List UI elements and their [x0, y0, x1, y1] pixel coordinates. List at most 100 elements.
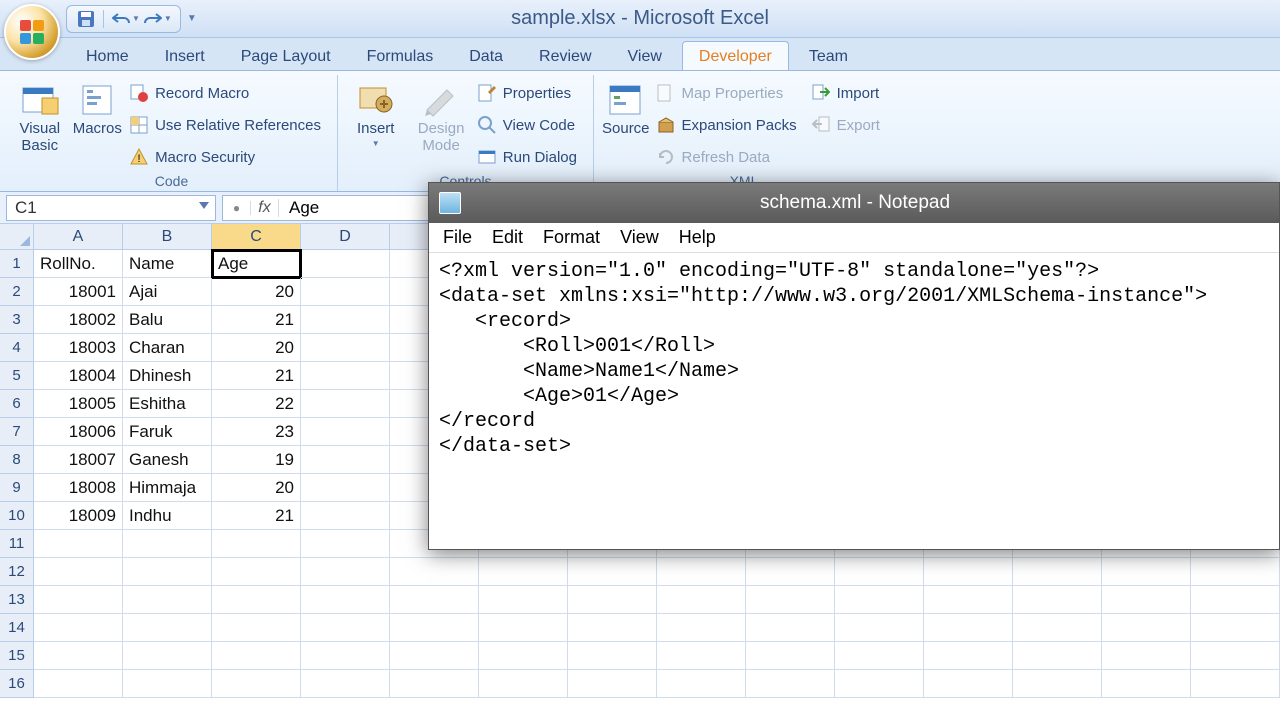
cell[interactable]: Ganesh [123, 446, 212, 474]
cell[interactable] [924, 614, 1013, 642]
cell[interactable] [123, 586, 212, 614]
import-button[interactable]: Import [811, 79, 888, 107]
cell[interactable] [301, 614, 390, 642]
cell[interactable]: Eshitha [123, 390, 212, 418]
cell[interactable] [568, 642, 657, 670]
cell[interactable] [34, 670, 123, 698]
cell[interactable]: Faruk [123, 418, 212, 446]
cell[interactable] [212, 586, 301, 614]
cell[interactable] [1013, 642, 1102, 670]
cell[interactable] [123, 642, 212, 670]
cell[interactable] [212, 642, 301, 670]
cell[interactable] [212, 530, 301, 558]
map-properties-button[interactable]: Map Properties [656, 79, 805, 107]
cell[interactable] [1102, 614, 1191, 642]
cell[interactable] [479, 558, 568, 586]
redo-icon[interactable] [142, 8, 164, 30]
notepad-menu-view[interactable]: View [620, 227, 659, 248]
cell[interactable]: 20 [212, 278, 301, 306]
cell[interactable] [1102, 558, 1191, 586]
cell[interactable] [34, 558, 123, 586]
cell[interactable] [657, 642, 746, 670]
cell[interactable]: 23 [212, 418, 301, 446]
cell[interactable]: 21 [212, 306, 301, 334]
row-header[interactable]: 15 [0, 642, 34, 670]
name-box[interactable]: C1 [6, 195, 216, 221]
cell[interactable] [212, 614, 301, 642]
notepad-titlebar[interactable]: schema.xml - Notepad [429, 183, 1279, 223]
export-button[interactable]: Export [811, 111, 888, 139]
formula-cancel-icon[interactable]: ● [223, 201, 251, 215]
tab-page-layout[interactable]: Page Layout [225, 42, 347, 70]
row-header[interactable]: 9 [0, 474, 34, 502]
cell[interactable] [123, 614, 212, 642]
row-header[interactable]: 11 [0, 530, 34, 558]
cell[interactable]: 18006 [34, 418, 123, 446]
tab-data[interactable]: Data [453, 42, 519, 70]
row-header[interactable]: 5 [0, 362, 34, 390]
row-header[interactable]: 16 [0, 670, 34, 698]
visual-basic-button[interactable]: Visual Basic [14, 77, 66, 154]
cell[interactable] [568, 614, 657, 642]
redo-dropdown-icon[interactable]: ▼ [164, 14, 172, 23]
cell[interactable] [34, 614, 123, 642]
cell[interactable] [301, 558, 390, 586]
view-code-button[interactable]: View Code [477, 111, 585, 139]
notepad-menu-edit[interactable]: Edit [492, 227, 523, 248]
cell[interactable]: Himmaja [123, 474, 212, 502]
cell[interactable] [1013, 558, 1102, 586]
cell[interactable]: 18008 [34, 474, 123, 502]
cell[interactable]: Age [212, 250, 301, 278]
cell[interactable]: Name [123, 250, 212, 278]
notepad-menu-file[interactable]: File [443, 227, 472, 248]
cell[interactable] [390, 586, 479, 614]
tab-review[interactable]: Review [523, 42, 607, 70]
cell[interactable] [1191, 614, 1280, 642]
row-header[interactable]: 6 [0, 390, 34, 418]
cell[interactable] [746, 670, 835, 698]
cell[interactable] [1013, 586, 1102, 614]
insert-button[interactable]: Insert ▼ [346, 77, 405, 148]
cell[interactable] [746, 614, 835, 642]
cell[interactable] [568, 558, 657, 586]
cell[interactable] [657, 586, 746, 614]
row-header[interactable]: 10 [0, 502, 34, 530]
refresh-data-button[interactable]: Refresh Data [656, 143, 805, 171]
cell[interactable] [212, 670, 301, 698]
cell[interactable]: 19 [212, 446, 301, 474]
cell[interactable]: 20 [212, 334, 301, 362]
tab-team[interactable]: Team [793, 42, 864, 70]
cell[interactable] [568, 586, 657, 614]
tab-insert[interactable]: Insert [149, 42, 221, 70]
cell[interactable] [746, 642, 835, 670]
cell[interactable] [835, 614, 924, 642]
cell[interactable]: Balu [123, 306, 212, 334]
cell[interactable] [479, 670, 568, 698]
source-button[interactable]: Source [602, 77, 650, 138]
cell[interactable] [1191, 670, 1280, 698]
cell[interactable] [301, 278, 390, 306]
row-header[interactable]: 8 [0, 446, 34, 474]
row-header[interactable]: 2 [0, 278, 34, 306]
cell[interactable] [924, 586, 1013, 614]
tab-home[interactable]: Home [70, 42, 145, 70]
cell[interactable] [479, 586, 568, 614]
undo-icon[interactable] [110, 8, 132, 30]
cell[interactable] [301, 362, 390, 390]
row-header[interactable]: 13 [0, 586, 34, 614]
row-header[interactable]: 14 [0, 614, 34, 642]
cell[interactable]: 21 [212, 362, 301, 390]
cell[interactable] [746, 558, 835, 586]
row-header[interactable]: 3 [0, 306, 34, 334]
undo-dropdown-icon[interactable]: ▼ [132, 14, 140, 23]
cell[interactable] [301, 306, 390, 334]
expansion-packs-button[interactable]: Expansion Packs [656, 111, 805, 139]
cell[interactable]: 18009 [34, 502, 123, 530]
cell[interactable] [1191, 586, 1280, 614]
notepad-menu-format[interactable]: Format [543, 227, 600, 248]
cell[interactable] [301, 586, 390, 614]
macro-security-button[interactable]: ! Macro Security [129, 143, 329, 171]
cell[interactable] [301, 250, 390, 278]
tab-formulas[interactable]: Formulas [351, 42, 450, 70]
cell[interactable] [835, 642, 924, 670]
